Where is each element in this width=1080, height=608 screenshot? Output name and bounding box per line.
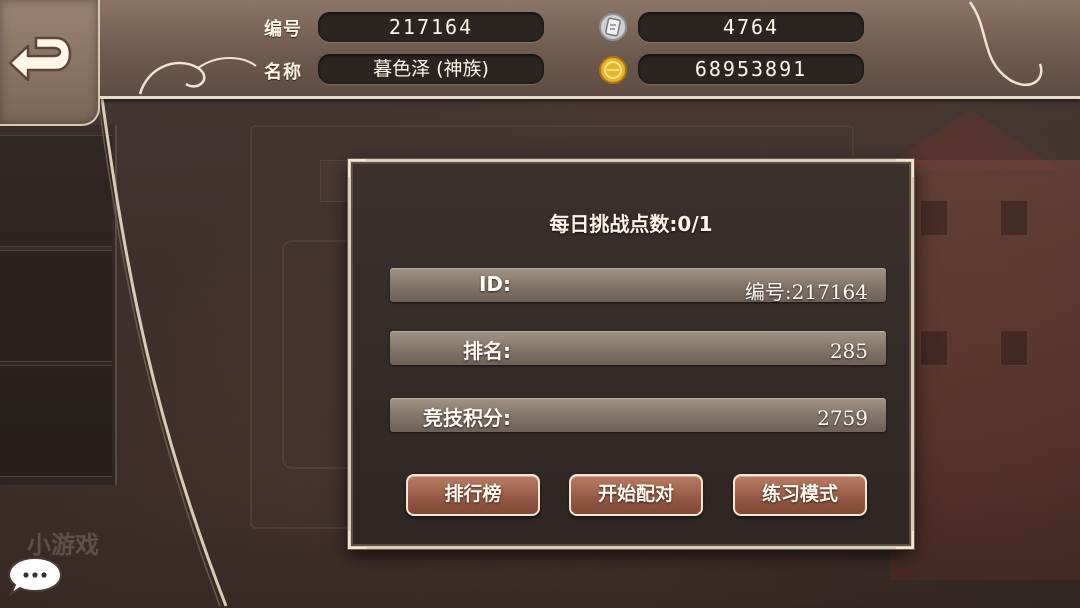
info-row-rank: 排名: 285 [390, 331, 886, 365]
info-row-key: 竞技积分: [423, 406, 511, 430]
info-row-value: 编号:217164 [744, 280, 868, 304]
daily-challenge-points: 每日挑战点数:0/1 [549, 212, 713, 236]
info-row-value: 2759 [817, 406, 868, 430]
building-window [1000, 330, 1028, 366]
chat-bubble-icon[interactable] [7, 556, 63, 596]
corner-ornament-icon [348, 159, 366, 177]
info-row-id: ID: 编号:217164 [390, 268, 886, 304]
background-building [890, 160, 1080, 580]
info-row-key: 排名: [463, 339, 511, 363]
info-row-value: 285 [829, 339, 868, 363]
corner-ornament-icon [896, 159, 914, 177]
gold-value-field: 68953891 [638, 54, 864, 84]
practice-mode-button[interactable]: 练习模式 [733, 474, 867, 516]
corner-ornament-icon [348, 531, 366, 549]
back-button[interactable] [0, 0, 100, 126]
info-row-key: ID: [478, 272, 511, 296]
name-value-field: 暮色泽 (神族) [318, 54, 544, 84]
game-screen: 小游戏 编号 217164 名称 暮色泽 (神族) 4764 68953891 [0, 0, 1080, 608]
silver-card-icon [599, 13, 627, 41]
swirl-ornament-icon [968, 1, 1043, 87]
leaderboard-button[interactable]: 排行榜 [406, 474, 540, 516]
gem-value-field: 4764 [638, 12, 864, 42]
building-window [920, 200, 948, 236]
header-bar: 编号 217164 名称 暮色泽 (神族) 4764 68953891 [98, 0, 1080, 99]
mini-game-label: 小游戏 [27, 531, 99, 559]
building-window [920, 330, 948, 366]
name-label: 名称 [264, 62, 302, 83]
info-row-score: 竞技积分: 2759 [390, 398, 886, 432]
back-arrow-icon [8, 36, 72, 82]
start-match-button[interactable]: 开始配对 [569, 474, 703, 516]
id-value-field: 217164 [318, 12, 544, 42]
swirl-ornament-icon [138, 57, 257, 95]
frame-curve-ornament [97, 97, 228, 607]
id-label: 编号 [264, 19, 302, 40]
building-window [1000, 200, 1028, 236]
corner-ornament-icon [896, 531, 914, 549]
arena-dialog: 每日挑战点数:0/1 ID: 编号:217164 排名: 285 竞技积分: 2… [348, 159, 914, 549]
gold-coin-icon [599, 56, 627, 84]
